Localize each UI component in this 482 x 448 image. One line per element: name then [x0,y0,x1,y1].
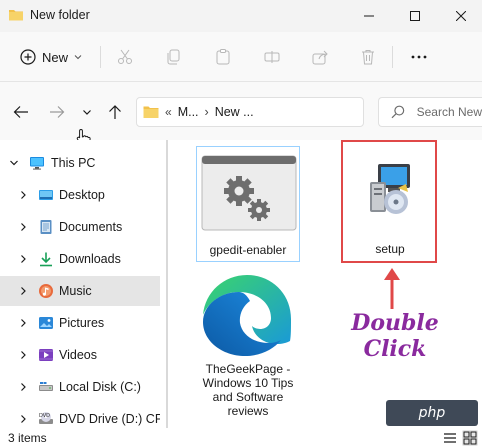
chevron-right-icon[interactable] [18,382,28,392]
download-icon [40,252,52,267]
nav-item-label: Pictures [59,316,105,330]
new-button-label: New [42,49,69,65]
folder-icon [143,106,159,118]
file-name: gpedit-enabler [209,243,287,257]
edge-icon [203,275,291,356]
separator [392,46,393,68]
chevron-right-icon[interactable] [18,350,28,360]
new-button[interactable]: New [12,44,90,70]
search-box[interactable]: Search New [378,97,482,127]
nav-item-videos[interactable]: Videos [0,340,160,370]
recent-locations-chevron-icon[interactable] [76,103,98,121]
rename-icon[interactable] [259,45,285,69]
gear-app-icon [201,155,297,231]
item-count: 3 items [8,431,47,445]
navigation-pane: This PC Desktop Documents Downloads Musi… [0,140,168,428]
search-icon [391,105,405,119]
videos-icon [39,349,53,361]
chevron-down-icon [74,55,82,60]
dvd-icon: DVD [39,412,53,424]
nav-item-label: This PC [51,156,96,170]
search-placeholder: Search New [416,105,482,119]
nav-item-documents[interactable]: Documents [0,212,160,242]
nav-item-label: Downloads [59,252,121,266]
nav-item-label: Videos [59,348,97,362]
nav-item-label: Music [59,284,92,298]
music-icon [39,284,53,298]
file-item-gpedit-enabler[interactable]: gpedit-enabler [196,146,300,262]
status-bar: 3 items [0,428,482,448]
chevron-right-icon[interactable] [18,286,28,296]
desktop-icon [39,190,53,200]
chevron-down-icon[interactable] [9,158,19,168]
breadcrumb-item[interactable]: New ... [215,105,254,119]
address-row: « M... › New ... Search New [0,82,482,140]
annotation-line: Click [363,336,427,362]
nav-item-label: Desktop [59,188,105,202]
up-arrow-icon[interactable] [104,103,126,121]
annotation-line: Double [351,310,439,336]
nav-item-this-pc[interactable]: This PC [0,148,160,178]
large-icons-view-icon[interactable] [462,430,478,446]
window-title: New folder [30,8,90,22]
cut-icon[interactable] [112,45,138,69]
copy-icon[interactable] [161,45,187,69]
command-bar: New [0,32,482,82]
highlight-box [341,140,437,263]
paste-icon[interactable] [210,45,236,69]
monitor-icon [30,157,44,170]
nav-item-label: Documents [59,220,123,234]
plus-circle-icon [20,49,36,65]
back-arrow-icon[interactable] [10,103,32,121]
nav-item-local-disk[interactable]: Local Disk (C:) [0,372,160,402]
documents-icon [40,220,52,234]
delete-icon[interactable] [355,45,381,69]
nav-item-label: Local Disk (C:) [59,380,141,394]
double-click-annotation: Double Click [340,310,450,362]
minimize-button[interactable] [346,0,392,32]
details-view-icon[interactable] [442,430,458,446]
drive-icon [39,382,53,391]
pointer-arrow-icon [384,268,400,309]
forward-arrow-icon[interactable] [46,103,68,121]
address-bar[interactable]: « M... › New ... [136,97,364,127]
file-name: TheGeekPage - Windows 10 Tips and Softwa… [202,362,294,418]
watermark-text: php [418,405,446,421]
breadcrumb-item[interactable]: M... [178,105,199,119]
chevron-right-icon[interactable] [18,254,28,264]
chevron-right-icon[interactable] [18,190,28,200]
nav-item-music[interactable]: Music [0,276,160,306]
separator [100,46,101,68]
nav-item-pictures[interactable]: Pictures [0,308,160,338]
pictures-icon [39,317,53,329]
nav-item-label: DVD Drive (D:) CPR [59,412,160,426]
overflow-chevron-icon[interactable]: « [165,105,172,119]
share-icon[interactable] [307,45,333,69]
chevron-right-icon[interactable] [18,222,28,232]
folder-icon [8,7,24,28]
title-bar: New folder [0,0,482,32]
nav-item-dvd-drive[interactable]: DVD DVD Drive (D:) CPR [0,404,160,428]
more-options-icon[interactable] [406,45,432,69]
chevron-right-icon[interactable] [18,318,28,328]
file-item-thegeekpage[interactable]: TheGeekPage - Windows 10 Tips and Softwa… [196,268,300,420]
watermark: php [386,400,478,426]
nav-item-desktop[interactable]: Desktop [0,180,160,210]
nav-item-downloads[interactable]: Downloads [0,244,160,274]
close-button[interactable] [438,0,482,32]
chevron-right-icon[interactable] [18,414,28,424]
svg-text:DVD: DVD [39,413,50,419]
breadcrumb-separator-icon: › [204,105,209,119]
maximize-button[interactable] [392,0,438,32]
